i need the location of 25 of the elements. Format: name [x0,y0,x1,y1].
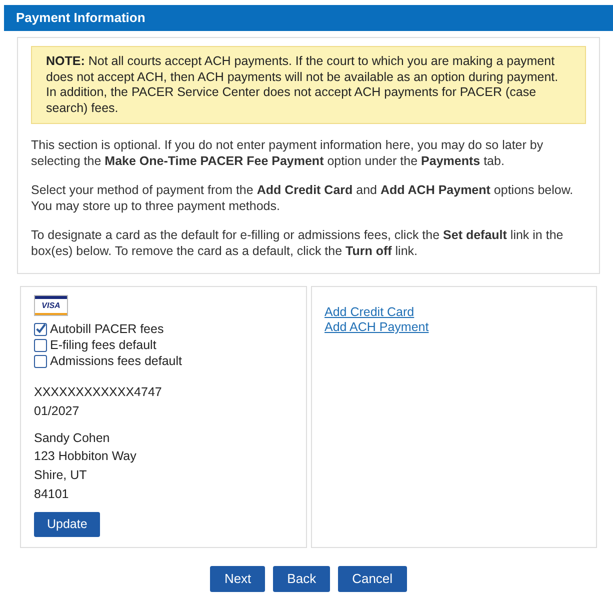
address-line: Shire, UT [34,467,88,484]
checkbox[interactable] [34,354,47,368]
section-header: Payment Information [4,5,613,31]
address-line: 84101 [34,486,70,503]
update-button[interactable]: Update [34,512,100,536]
checkbox[interactable] [34,322,47,336]
address-line: Sandy Cohen [34,430,111,447]
nav-button[interactable]: Next [210,566,266,592]
info-paragraph: This section is optional. If you do not enter payment information here, you may do so later by selecting the Make One-Time PACER Fee Payment option under the Payments tab. [31,138,544,169]
card-number: XXXXXXXXXXXX4747 [34,384,163,401]
info-paragraph: Select your method of payment from the Add Credit Card and Add ACH Payment options below. You may store up to three payment methods. [31,183,574,214]
card-brand: VISA [40,300,62,312]
info-paragraph: To designate a card as the default for e-filling or admissions fees, click the Set default link in the box(es) below. To remove the card as a default, click the Turn off link. [31,228,564,259]
note-text: NOTE: Not all courts accept ACH payments. If the court to which you are making a payment does not accept ACH, then ACH payments will not be available as an option during payment. In addition, the PACER Service Center does not accept ACH payments for PACER (case search) fees. [46,54,558,114]
checkbox-label: E-filing fees default [50,336,156,354]
nav-button[interactable]: Back [273,566,330,592]
checkbox-label: Admissions fees default [50,352,182,370]
checkbox-label: Autobill PACER fees [50,320,164,338]
add-payment-link[interactable]: Add Credit Card [324,305,414,320]
nav-button[interactable]: Cancel [338,566,407,592]
checkbox[interactable] [34,338,47,352]
address-line: 123 Hobbiton Way [34,448,138,466]
add-payment-link[interactable]: Add ACH Payment [324,320,429,335]
check-icon [35,323,46,335]
card-expiry: 01/2027 [34,402,80,420]
